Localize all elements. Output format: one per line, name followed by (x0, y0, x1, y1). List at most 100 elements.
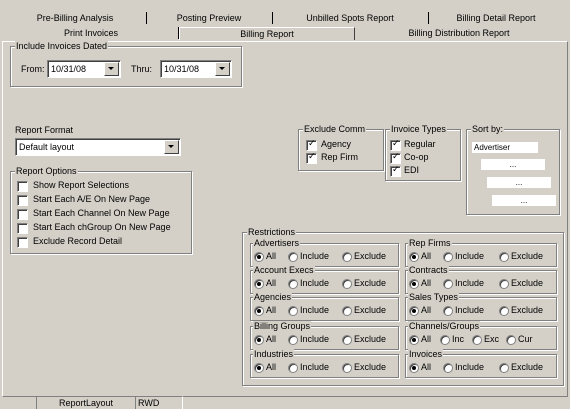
exclude-agency-label: Agency (321, 139, 352, 149)
sales-types-include-radio[interactable] (443, 306, 453, 316)
tab-unbilled-spots-report[interactable]: Unbilled Spots Report (272, 12, 429, 24)
exclude-comm-label: Exclude Comm (303, 124, 367, 134)
restriction-billing-groups-label: Billing Groups (253, 321, 312, 331)
advertisers-include-radio[interactable] (288, 252, 298, 262)
invoice-type-edi-checkbox[interactable] (390, 165, 401, 177)
restriction-contracts-label: Contracts (408, 265, 449, 275)
tab-pre-billing-analysis[interactable]: Pre-Billing Analysis (4, 12, 147, 24)
start-chgroup-new-page-checkbox[interactable] (17, 223, 28, 234)
start-channel-new-page-checkbox[interactable] (17, 209, 28, 220)
show-report-selections-label: Show Report Selections (33, 180, 130, 190)
billing-groups-include-label: Include (300, 334, 330, 344)
billing-groups-exclude-radio[interactable] (342, 335, 352, 345)
sort-field-3[interactable]: ... (487, 177, 551, 188)
sort-field-2[interactable]: ... (481, 159, 545, 170)
sales-types-exclude-label: Exclude (511, 305, 544, 315)
sales-types-exclude-radio[interactable] (499, 306, 509, 316)
exclude-agency-checkbox[interactable] (306, 139, 317, 151)
contracts-include-label: Include (455, 278, 485, 288)
invoices-exclude-label: Exclude (511, 362, 544, 372)
contracts-exclude-label: Exclude (511, 278, 544, 288)
exclude-rep-firm-label: Rep Firm (321, 152, 359, 162)
rep-firms-include-label: Include (455, 251, 485, 261)
agencies-include-radio[interactable] (288, 306, 298, 316)
industries-include-label: Include (300, 362, 330, 372)
channels-groups-inc-radio[interactable] (440, 335, 450, 345)
invoice-type-coop-label: Co-op (404, 152, 429, 162)
chevron-down-icon[interactable] (104, 62, 119, 76)
contracts-all-radio[interactable] (409, 279, 419, 289)
start-channel-new-page-label: Start Each Channel On New Page (33, 208, 170, 218)
contracts-exclude-radio[interactable] (499, 279, 509, 289)
invoice-type-coop-checkbox[interactable] (390, 152, 401, 164)
tab-billing-report[interactable]: Billing Report (179, 27, 355, 40)
restriction-sales-types-label: Sales Types (408, 292, 459, 302)
tab-billing-detail-report[interactable]: Billing Detail Report (428, 12, 564, 24)
exclude-record-detail-label: Exclude Record Detail (33, 236, 123, 246)
restriction-account-execs-label: Account Execs (253, 265, 315, 275)
account-execs-all-radio[interactable] (254, 279, 264, 289)
account-execs-exclude-radio[interactable] (342, 279, 352, 289)
account-execs-include-label: Include (300, 278, 330, 288)
advertisers-include-label: Include (300, 251, 330, 261)
sales-types-include-label: Include (455, 305, 485, 315)
start-ae-new-page-checkbox[interactable] (17, 195, 28, 206)
billing-groups-all-label: All (266, 334, 277, 344)
invoice-type-edi-label: EDI (404, 165, 420, 175)
include-invoices-label: Include Invoices Dated (15, 41, 109, 51)
channels-groups-exc-radio[interactable] (472, 335, 482, 345)
advertisers-all-radio[interactable] (254, 252, 264, 262)
from-date-combo[interactable]: 10/31/08 (47, 60, 121, 78)
status-report-layout: ReportLayout (36, 396, 136, 409)
agencies-all-label: All (266, 305, 277, 315)
thru-date-combo[interactable]: 10/31/08 (160, 60, 232, 78)
exclude-rep-firm-checkbox[interactable] (306, 152, 317, 164)
from-date-value: 10/31/08 (51, 64, 87, 74)
contracts-include-radio[interactable] (443, 279, 453, 289)
sales-types-all-radio[interactable] (409, 306, 419, 316)
account-execs-include-radio[interactable] (288, 279, 298, 289)
account-execs-all-label: All (266, 278, 277, 288)
billing-groups-all-radio[interactable] (254, 335, 264, 345)
industries-exclude-radio[interactable] (342, 363, 352, 373)
exclude-record-detail-checkbox[interactable] (17, 237, 28, 248)
advertisers-all-label: All (266, 251, 277, 261)
invoice-type-regular-checkbox[interactable] (390, 139, 401, 151)
tab-posting-preview[interactable]: Posting Preview (146, 12, 273, 24)
channels-groups-exc-label: Exc (484, 334, 500, 344)
chevron-down-icon[interactable] (215, 62, 230, 76)
invoices-all-label: All (421, 362, 432, 372)
industries-all-radio[interactable] (254, 363, 264, 373)
agencies-exclude-radio[interactable] (342, 306, 352, 316)
thru-label: Thru: (131, 64, 153, 74)
invoice-type-regular-label: Regular (404, 139, 436, 149)
rep-firms-include-radio[interactable] (443, 252, 453, 262)
report-format-combo[interactable]: Default layout (15, 138, 181, 156)
invoices-include-radio[interactable] (443, 363, 453, 373)
agencies-include-label: Include (300, 305, 330, 315)
channels-groups-cur-radio[interactable] (506, 335, 516, 345)
advertisers-exclude-radio[interactable] (342, 252, 352, 262)
report-options-label: Report Options (15, 166, 78, 176)
rep-firms-exclude-label: Exclude (511, 251, 544, 261)
sort-by-label: Sort by: (471, 124, 505, 134)
agencies-all-radio[interactable] (254, 306, 264, 316)
chevron-down-icon[interactable] (164, 140, 179, 154)
billing-groups-include-radio[interactable] (288, 335, 298, 345)
channels-groups-all-radio[interactable] (409, 335, 419, 345)
industries-include-radio[interactable] (288, 363, 298, 373)
restriction-invoices-label: Invoices (408, 349, 444, 359)
sort-field-4[interactable]: ... (492, 195, 556, 206)
sort-field-1[interactable]: Advertiser (472, 142, 538, 153)
invoices-exclude-radio[interactable] (499, 363, 509, 373)
rep-firms-exclude-radio[interactable] (499, 252, 509, 262)
invoices-include-label: Include (455, 362, 485, 372)
invoices-all-radio[interactable] (409, 363, 419, 373)
tab-print-invoices[interactable]: Print Invoices (4, 27, 179, 39)
rep-firms-all-radio[interactable] (409, 252, 419, 262)
restriction-industries-label: Industries (253, 349, 295, 359)
sales-types-all-label: All (421, 305, 432, 315)
tab-billing-distribution-report[interactable]: Billing Distribution Report (354, 27, 564, 39)
billing-groups-exclude-label: Exclude (354, 334, 387, 344)
show-report-selections-checkbox[interactable] (17, 181, 28, 192)
